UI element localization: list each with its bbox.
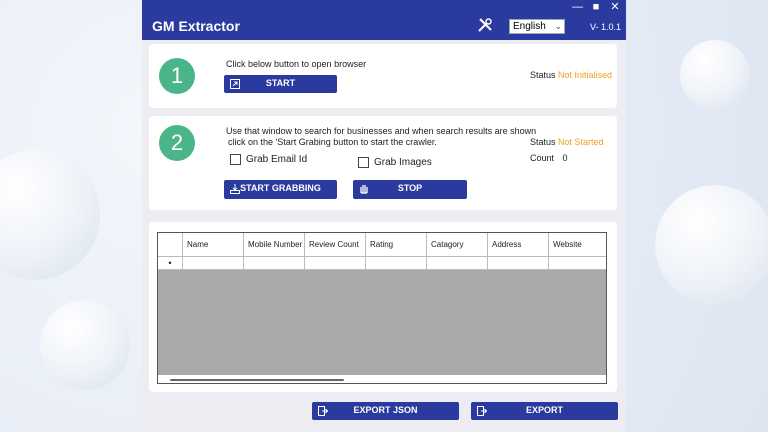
language-select[interactable]: English ⌄ (509, 19, 565, 34)
step1-instruction: Click below button to open browser (226, 59, 367, 69)
results-panel: Name Mobile Number Review Count Rating C… (149, 222, 617, 392)
step2-status: Status Not Started (530, 137, 604, 147)
step1-status: Status Not Initialised (530, 70, 612, 80)
grab-email-checkbox[interactable]: Grab Email Id (230, 154, 307, 165)
grab-images-label: Grab Images (374, 157, 432, 168)
version-label: V- 1.0.1 (590, 22, 622, 32)
minimize-button[interactable]: — (572, 1, 583, 13)
count-label: Count (530, 153, 555, 163)
column-header[interactable]: Address (488, 233, 549, 257)
table-cell[interactable] (427, 257, 488, 270)
tools-icon[interactable] (476, 16, 494, 34)
start-grabbing-label: START GRABBING (240, 183, 321, 193)
export-label: EXPORT (525, 405, 563, 415)
table-cell[interactable] (549, 257, 606, 270)
step1-badge: 1 (159, 58, 195, 94)
chevron-down-icon: ⌄ (554, 21, 562, 31)
status-label: Status (530, 137, 556, 147)
horizontal-scrollbar-track[interactable] (158, 375, 606, 383)
row-header-corner (158, 233, 183, 257)
status-value: Not Initialised (558, 70, 613, 80)
app-window: GM Extractor — ■ ✕ English ⌄ V- 1.0.1 1 … (142, 0, 626, 432)
column-header[interactable]: Rating (366, 233, 427, 257)
column-header[interactable]: Review Count (305, 233, 366, 257)
count-value: 0 (562, 153, 568, 163)
close-button[interactable]: ✕ (610, 1, 620, 13)
step2-instruction-line1: Use that window to search for businesses… (226, 126, 537, 136)
stop-label: STOP (397, 183, 423, 193)
table-cell[interactable] (305, 257, 366, 270)
stop-button[interactable]: STOP (353, 180, 467, 199)
step2-panel: 2 Use that window to search for business… (149, 116, 617, 210)
table-row[interactable]: • (158, 257, 606, 270)
title-bar: GM Extractor — ■ ✕ English ⌄ V- 1.0.1 (142, 0, 626, 40)
background-sphere (655, 185, 768, 305)
column-header[interactable]: Name (183, 233, 244, 257)
column-header[interactable]: Mobile Number (244, 233, 305, 257)
grid-header: Name Mobile Number Review Count Rating C… (158, 233, 606, 257)
app-title: GM Extractor (152, 18, 240, 34)
step1-panel: 1 Click below button to open browser STA… (149, 44, 617, 108)
table-cell[interactable] (366, 257, 427, 270)
horizontal-scrollbar-thumb[interactable] (170, 379, 344, 381)
background-sphere (680, 40, 750, 110)
row-marker: • (158, 257, 183, 270)
export-json-label: EXPORT JSON (353, 405, 418, 415)
start-label: START (265, 78, 296, 88)
step2-badge: 2 (159, 125, 195, 161)
export-button[interactable]: EXPORT (471, 402, 618, 420)
start-button[interactable]: START (224, 75, 337, 93)
background-sphere (40, 300, 130, 390)
start-grabbing-button[interactable]: START GRABBING (224, 180, 337, 199)
language-value: English (513, 21, 546, 32)
status-label: Status (530, 70, 556, 80)
checkbox-box[interactable] (358, 157, 369, 168)
results-grid[interactable]: Name Mobile Number Review Count Rating C… (157, 232, 607, 384)
table-cell[interactable] (244, 257, 305, 270)
checkbox-box[interactable] (230, 154, 241, 165)
step2-instruction-line2: click on the 'Start Grabing button to st… (228, 137, 437, 147)
status-value: Not Started (558, 137, 604, 147)
window-controls: — ■ ✕ (572, 1, 620, 13)
table-cell[interactable] (488, 257, 549, 270)
export-json-button[interactable]: EXPORT JSON (312, 402, 459, 420)
step2-count: Count 0 (530, 153, 568, 163)
column-header[interactable]: Catagory (427, 233, 488, 257)
column-header[interactable]: Website (549, 233, 606, 257)
grab-images-checkbox[interactable]: Grab Images (358, 157, 432, 168)
maximize-button[interactable]: ■ (591, 1, 601, 13)
background-sphere (0, 150, 100, 280)
table-cell[interactable] (183, 257, 244, 270)
grab-email-label: Grab Email Id (246, 154, 308, 165)
